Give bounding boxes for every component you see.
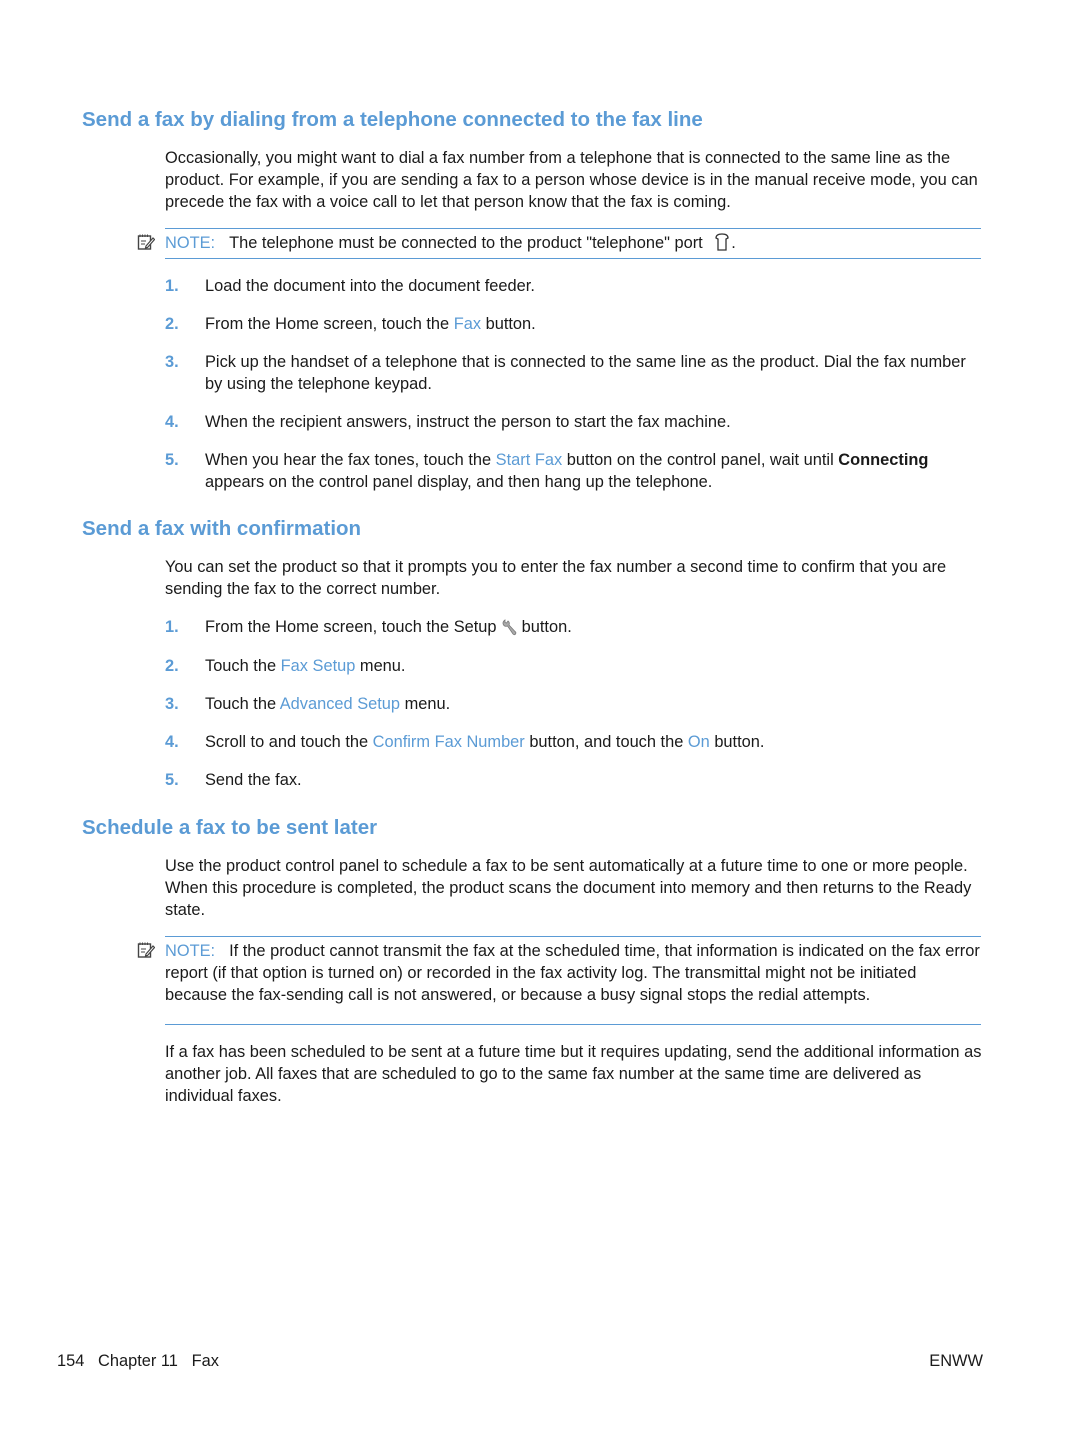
step-text-run: button, and touch the (524, 733, 688, 751)
locale-code: ENWW (929, 1352, 983, 1370)
ui-term: Start Fax (495, 451, 563, 469)
page-number: 154 (57, 1352, 85, 1370)
step-text-run: button. (481, 315, 536, 333)
list-item: 3. Touch the Advanced Setup menu. (165, 693, 985, 715)
step-text: From the Home screen, touch the Setup bu… (205, 616, 985, 642)
step-text-run: Pick up the handset of a telephone that … (205, 353, 966, 393)
note-icon (137, 233, 156, 251)
step-text-run: Send the fax. (205, 771, 302, 789)
step-text-run: menu. (400, 695, 451, 713)
step-text-run: From the Home screen, touch the Setup (205, 618, 502, 636)
list-item: 4. When the recipient answers, instruct t… (165, 411, 985, 433)
note-label: NOTE: (165, 942, 216, 960)
step-number: 4. (165, 733, 179, 751)
section-intro: Occasionally, you might want to dial a f… (165, 149, 978, 211)
ui-term: On (687, 733, 710, 751)
step-text-run: When the recipient answers, instruct the… (205, 413, 731, 431)
list-item: 1. Load the document into the document fe… (165, 275, 985, 297)
section-intro: Use the product control panel to schedul… (165, 857, 972, 919)
display-term: Connecting (838, 451, 929, 469)
wrench-icon (501, 618, 517, 642)
note-label: NOTE: (165, 234, 216, 252)
section-heading-schedule: Schedule a fax to be sent later (82, 816, 378, 839)
ui-term: Fax (453, 315, 482, 333)
step-text-run: appears on the control panel display, an… (205, 473, 713, 491)
step-text: When the recipient answers, instruct the… (205, 411, 985, 433)
note-icon (137, 941, 156, 959)
step-text: When you hear the fax tones, touch the S… (205, 449, 985, 493)
step-text: Scroll to and touch the Confirm Fax Numb… (205, 731, 985, 753)
step-text-run: When you hear the fax tones, touch the (205, 451, 496, 469)
chapter-title: Fax (191, 1352, 219, 1370)
chapter-label: Chapter 11 (98, 1352, 178, 1370)
note-text: If the product cannot transmit the fax a… (165, 942, 980, 1004)
step-number: 4. (165, 413, 179, 431)
list-item: 2. Touch the Fax Setup menu. (165, 655, 985, 677)
step-text: Pick up the handset of a telephone that … (205, 351, 985, 395)
step-number: 2. (165, 315, 179, 333)
list-item: 5. When you hear the fax tones, touch the… (165, 449, 985, 493)
list-item: 2. From the Home screen, touch the Fax bu… (165, 313, 985, 335)
page-footer-right: ENWW (929, 1350, 983, 1372)
step-text-run: Touch the (205, 695, 280, 713)
step-text: Touch the Advanced Setup menu. (205, 693, 985, 715)
note-box: NOTE: If the product cannot transmit the … (137, 936, 981, 1025)
list-item: 1. From the Home screen, touch the Setup … (165, 616, 985, 642)
step-text-run: menu. (355, 657, 406, 675)
step-text-run: button. (709, 733, 765, 751)
list-item: 4. Scroll to and touch the Confirm Fax Nu… (165, 731, 985, 753)
ui-term: Advanced Setup (279, 695, 401, 713)
note-text: The telephone must be connected to the p… (229, 234, 703, 252)
ui-term: Confirm Fax Number (372, 733, 525, 751)
step-text-run: button. (517, 618, 572, 636)
page-footer-left: 154 Chapter 11 Fax (57, 1350, 219, 1372)
step-text-run: From the Home screen, touch the (205, 315, 454, 333)
note-box: NOTE: The telephone must be connected to … (137, 228, 981, 259)
section-intro: You can set the product so that it promp… (165, 558, 947, 598)
step-number: 3. (165, 695, 179, 713)
step-text: Load the document into the document feed… (205, 275, 985, 297)
step-number: 2. (165, 657, 179, 675)
step-number: 1. (165, 277, 179, 295)
telephone-port-icon (713, 232, 731, 258)
step-text-run: Touch the (205, 657, 281, 675)
list-item: 3. Pick up the handset of a telephone tha… (165, 351, 985, 395)
step-text-run: Load the document into the document feed… (205, 277, 535, 295)
step-number: 5. (165, 771, 179, 789)
section-outro: If a fax has been scheduled to be sent a… (165, 1043, 982, 1105)
note-trailing: . (731, 234, 736, 252)
section-heading-confirmation: Send a fax with confirmation (82, 517, 362, 540)
step-text: Touch the Fax Setup menu. (205, 655, 985, 677)
section-heading-dial-from-telephone: Send a fax by dialing from a telephone c… (82, 108, 703, 131)
step-number: 3. (165, 353, 179, 371)
step-text: From the Home screen, touch the Fax butt… (205, 313, 985, 335)
step-text: Send the fax. (205, 769, 985, 791)
list-item: 5. Send the fax. (165, 769, 985, 791)
step-number: 5. (165, 451, 179, 469)
step-number: 1. (165, 618, 179, 636)
step-text-run: button on the control panel, wait until (562, 451, 839, 469)
step-text-run: Scroll to and touch the (205, 733, 373, 751)
ui-term: Fax Setup (280, 657, 356, 675)
